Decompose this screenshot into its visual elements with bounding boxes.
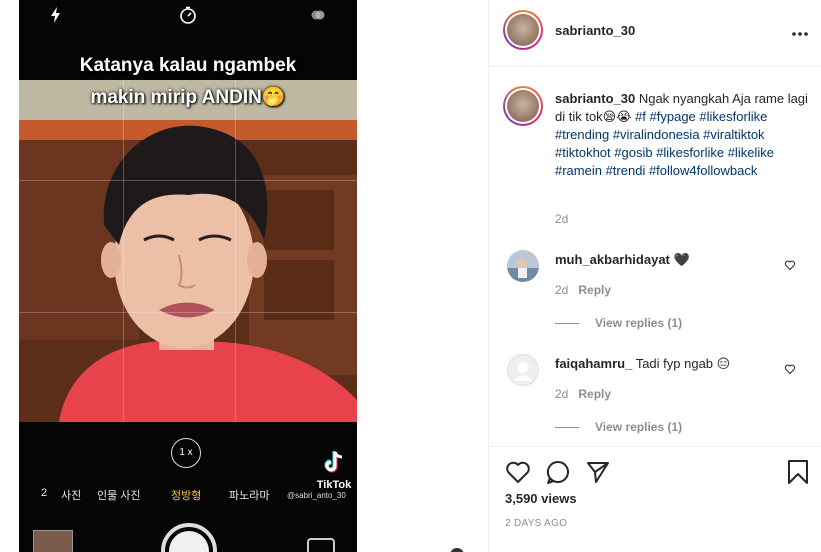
mode-panorama: 파노라마 — [229, 490, 270, 502]
commenter-avatar[interactable] — [507, 354, 539, 386]
flash-icon — [51, 7, 60, 23]
view-replies-button[interactable]: View replies (1) — [555, 420, 682, 434]
zoom-button: 1 x — [171, 438, 201, 468]
person-crying-image — [19, 80, 357, 422]
tiktok-username: @sabri_anto_30 — [287, 491, 346, 500]
shutter-inner — [169, 531, 209, 552]
view-count[interactable]: 3,590 views — [505, 491, 577, 506]
bookmark-icon[interactable] — [785, 459, 811, 485]
post-sidebar: sabrianto_30 sabrianto_30 Ngak nyangkah … — [488, 0, 821, 552]
carousel-indicator — [450, 548, 464, 552]
grid-line — [19, 180, 357, 181]
author-username[interactable]: sabrianto_30 — [555, 23, 635, 38]
caption-username[interactable]: sabrianto_30 — [555, 91, 635, 106]
grid-line — [235, 80, 236, 422]
caption-time: 2d — [555, 212, 569, 226]
share-icon[interactable] — [585, 459, 611, 485]
camera-flip-icon — [307, 538, 335, 552]
comment-meta: 2d Reply — [555, 387, 611, 401]
comment-meta: 2d Reply — [555, 283, 611, 297]
heart-icon[interactable] — [505, 459, 531, 485]
video-overlay-text-line1: Katanya kalau ngambek — [79, 55, 297, 76]
comment-icon[interactable] — [545, 459, 571, 485]
video-photo — [19, 80, 357, 422]
post-header: sabrianto_30 — [489, 0, 821, 67]
comment-body: muh_akbarhidayat 🖤 — [555, 252, 690, 268]
more-options-icon[interactable] — [790, 24, 810, 44]
shutter-button — [161, 523, 217, 552]
post-caption: sabrianto_30 Ngak nyangkah Aja rame lagi… — [555, 90, 810, 180]
commenter-avatar[interactable] — [507, 250, 539, 282]
tiktok-icon — [324, 451, 343, 473]
comment-text: 🖤 — [673, 252, 690, 267]
gallery-thumbnail — [33, 530, 73, 552]
mode-square: 정방형 — [171, 490, 202, 502]
reply-button[interactable]: Reply — [578, 387, 611, 401]
view-replies-button[interactable]: View replies (1) — [555, 316, 682, 330]
post-actions: 3,590 views 2 DAYS AGO — [489, 446, 821, 552]
mode-prefix: 2 — [41, 487, 48, 499]
comment-username[interactable]: faiqahamru_ — [555, 356, 632, 371]
video-frame[interactable]: Katanya kalau ngambek makin mirip ANDIN🤭… — [19, 0, 357, 552]
comment-like-icon[interactable] — [784, 259, 796, 271]
caption-avatar[interactable] — [503, 86, 543, 126]
timer-icon — [180, 6, 196, 24]
instagram-post-view: Katanya kalau ngambek makin mirip ANDIN🤭… — [0, 0, 821, 552]
comment-time: 2d — [555, 387, 569, 401]
video-overlay-text-line2: makin mirip ANDIN🤭 — [90, 87, 286, 108]
mode-photo: 사진 — [61, 490, 82, 502]
comment-like-icon[interactable] — [784, 363, 796, 375]
view-replies-label: View replies (1) — [595, 420, 683, 434]
reply-button[interactable]: Reply — [578, 283, 611, 297]
camera-top-bar — [19, 0, 357, 30]
grid-line — [19, 312, 357, 313]
filter-icon — [311, 10, 325, 20]
author-avatar[interactable] — [503, 10, 543, 50]
comment-username[interactable]: muh_akbarhidayat — [555, 252, 670, 267]
view-replies-label: View replies (1) — [595, 316, 683, 330]
comment-time: 2d — [555, 283, 569, 297]
comment-text: Tadi fyp ngab 😑 — [635, 356, 731, 371]
caption-hashtags-line1[interactable]: #f #fypage — [635, 109, 696, 124]
tiktok-watermark: TikTok — [313, 450, 355, 492]
mode-portrait: 인물 사진 — [97, 490, 141, 502]
post-media-panel: Katanya kalau ngambek makin mirip ANDIN🤭… — [0, 0, 488, 552]
comment-body: faiqahamru_ Tadi fyp ngab 😑 — [555, 356, 730, 372]
post-date: 2 DAYS AGO — [505, 518, 568, 529]
grid-line — [123, 80, 124, 422]
